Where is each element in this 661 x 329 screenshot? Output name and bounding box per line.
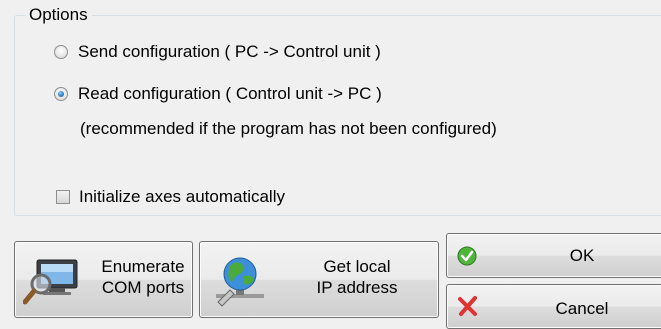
enumerate-com-ports-button[interactable]: Enumerate COM ports — [14, 241, 193, 318]
read-configuration-radio[interactable]: Read configuration ( Control unit -> PC … — [54, 84, 382, 104]
ok-label: OK — [569, 246, 595, 265]
network-globe-icon — [216, 257, 264, 307]
read-configuration-radio-indicator[interactable] — [54, 87, 68, 101]
read-configuration-note: (recommended if the program has not been… — [80, 119, 497, 138]
send-configuration-label: Send configuration ( PC -> Control unit … — [78, 42, 381, 61]
get-local-ip-button[interactable]: Get local IP address — [199, 241, 439, 318]
enumerate-label-line2: COM ports — [101, 278, 185, 297]
ok-button[interactable]: OK — [446, 233, 661, 278]
initialize-axes-label: Initialize axes automatically — [79, 187, 285, 206]
get-ip-label-line2: IP address — [316, 278, 398, 297]
red-x-icon — [458, 296, 477, 316]
read-configuration-label: Read configuration ( Control unit -> PC … — [78, 84, 382, 103]
options-title: Options — [25, 5, 92, 25]
computer-magnifier-icon — [23, 259, 78, 305]
green-check-icon — [457, 246, 477, 266]
send-configuration-radio[interactable]: Send configuration ( PC -> Control unit … — [54, 42, 381, 62]
enumerate-label-line1: Enumerate — [101, 257, 185, 276]
initialize-axes-checkbox-box[interactable] — [56, 190, 70, 204]
cancel-button[interactable]: Cancel — [446, 284, 661, 329]
cancel-label: Cancel — [555, 299, 609, 318]
get-ip-label-line1: Get local — [323, 257, 391, 276]
send-configuration-radio-indicator[interactable] — [54, 45, 68, 59]
initialize-axes-checkbox[interactable]: Initialize axes automatically — [56, 187, 285, 207]
